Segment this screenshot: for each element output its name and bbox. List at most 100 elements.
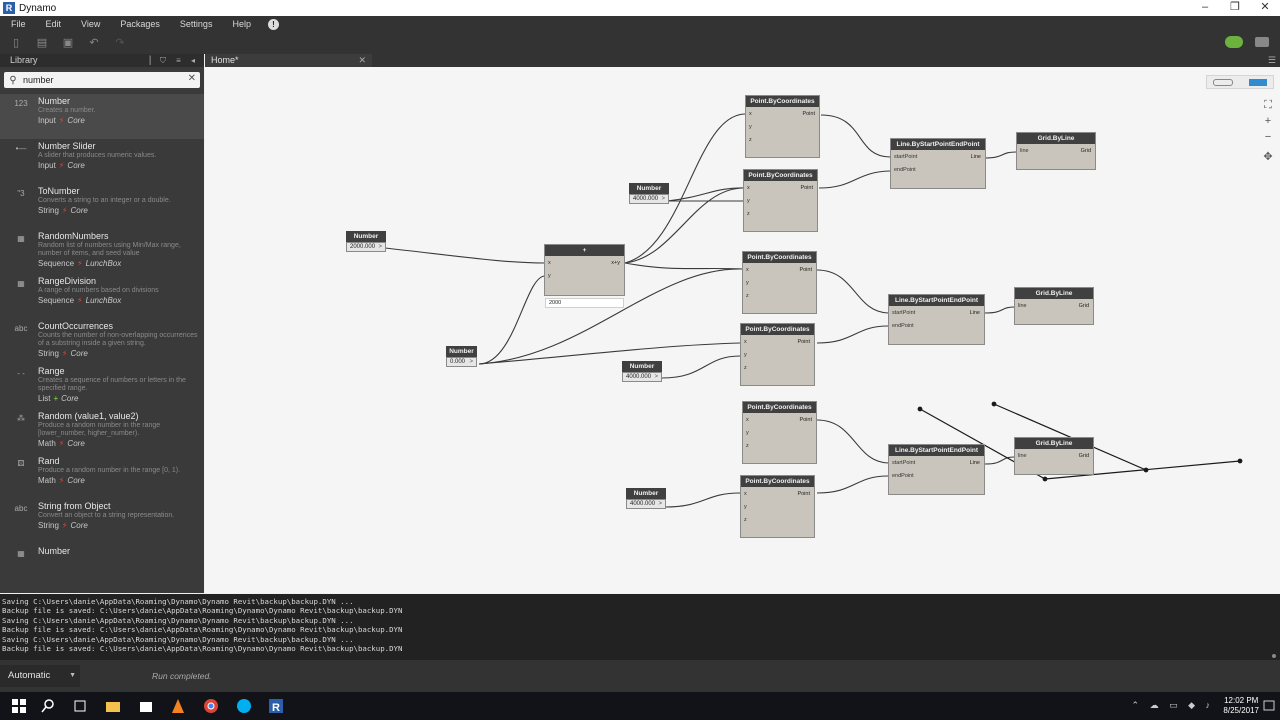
- camera-icon[interactable]: [1255, 37, 1269, 47]
- input-port[interactable]: y: [746, 280, 749, 286]
- save-icon[interactable]: ▣: [62, 37, 74, 49]
- point-by-coordinates-node[interactable]: Point.ByCoordinates x y z Point: [742, 401, 817, 464]
- input-port[interactable]: x: [747, 185, 750, 191]
- info-icon[interactable]: !: [267, 18, 279, 30]
- output-port[interactable]: Line: [970, 310, 980, 316]
- graph-view-icon[interactable]: [1249, 79, 1267, 86]
- number-node[interactable]: Number 4000.000 >: [622, 361, 662, 382]
- input-port[interactable]: y: [744, 352, 747, 358]
- grid-by-line-node[interactable]: Grid.ByLine line Grid: [1014, 287, 1094, 325]
- skype-icon[interactable]: [236, 698, 252, 714]
- tab-home[interactable]: Home* ✕: [205, 54, 372, 67]
- number-node-value[interactable]: 2000.000 >: [346, 242, 386, 252]
- menu-view[interactable]: View: [81, 19, 100, 29]
- zoom-fit-icon[interactable]: ⛶: [1262, 99, 1274, 111]
- graph-canvas[interactable]: Number 2000.000 > Number 4000.000 > Number…: [205, 67, 1280, 593]
- input-port[interactable]: endPoint: [894, 167, 916, 173]
- chrome-icon[interactable]: [203, 698, 219, 714]
- input-port[interactable]: z: [744, 517, 747, 523]
- taskbar-clock[interactable]: 12:02 PM 8/25/2017: [1223, 696, 1259, 716]
- library-item[interactable]: abc String from Object Convert an object t…: [0, 499, 204, 544]
- output-port[interactable]: Point: [797, 491, 810, 497]
- pan-icon[interactable]: ✥: [1262, 151, 1274, 163]
- input-port[interactable]: startPoint: [892, 460, 915, 466]
- input-port[interactable]: y: [746, 430, 749, 436]
- run-mode-select[interactable]: Automatic ▼: [0, 665, 80, 687]
- view-switch[interactable]: [1206, 75, 1274, 89]
- library-item[interactable]: ⁂ Random (value1, value2) Produce a random…: [0, 409, 204, 454]
- output-port[interactable]: Point: [799, 417, 812, 423]
- restore-button[interactable]: ❐: [1220, 0, 1250, 16]
- add-node[interactable]: + x y x+y: [544, 244, 625, 296]
- input-port[interactable]: z: [744, 365, 747, 371]
- output-port[interactable]: Point: [797, 339, 810, 345]
- line-by-start-end-node[interactable]: Line.ByStartPointEndPoint startPoint endPo…: [888, 294, 985, 345]
- grid-by-line-node[interactable]: Grid.ByLine line Grid: [1014, 437, 1094, 475]
- clear-search-icon[interactable]: ✕: [188, 73, 196, 84]
- point-by-coordinates-node[interactable]: Point.ByCoordinates x y z Point: [742, 251, 817, 314]
- library-item[interactable]: 123 Number Creates a number. Input ⚡ Core: [0, 94, 204, 139]
- library-item[interactable]: ▦ RandomNumbers Random list of numbers usi…: [0, 229, 204, 274]
- number-node-value[interactable]: 4000.000 >: [626, 499, 666, 509]
- point-by-coordinates-node[interactable]: Point.ByCoordinates x y z Point: [740, 323, 815, 386]
- number-node[interactable]: Number 2000.000 >: [346, 231, 386, 252]
- input-port[interactable]: z: [746, 443, 749, 449]
- output-port[interactable]: >: [378, 243, 382, 252]
- output-port[interactable]: >: [469, 358, 473, 367]
- input-port[interactable]: x: [746, 417, 749, 423]
- store-icon[interactable]: [138, 698, 154, 714]
- input-port[interactable]: z: [749, 137, 752, 143]
- close-tab-icon[interactable]: ✕: [358, 54, 366, 67]
- number-node[interactable]: Number 4000.000 >: [626, 488, 666, 509]
- cloud-upload-icon[interactable]: [1225, 36, 1243, 48]
- tab-menu-icon[interactable]: ☰: [1268, 54, 1276, 67]
- menu-settings[interactable]: Settings: [180, 19, 213, 29]
- input-port[interactable]: line: [1018, 303, 1027, 309]
- zoom-in-icon[interactable]: +: [1262, 115, 1274, 127]
- point-by-coordinates-node[interactable]: Point.ByCoordinates x y z Point: [745, 95, 820, 158]
- library-view-icons[interactable]: ▏⛉ ≡ ◂: [150, 54, 199, 67]
- system-tray-icons[interactable]: ⌃ ☁ ▭ ◆ ♪: [1132, 700, 1214, 711]
- menu-file[interactable]: File: [11, 19, 26, 29]
- console-resize-handle[interactable]: [1272, 654, 1276, 658]
- library-item[interactable]: - - Range Creates a sequence of numbers or…: [0, 364, 204, 409]
- output-port[interactable]: >: [661, 195, 665, 204]
- input-port[interactable]: endPoint: [892, 323, 914, 329]
- file-explorer-icon[interactable]: [105, 698, 121, 714]
- line-by-start-end-node[interactable]: Line.ByStartPointEndPoint startPoint endPo…: [888, 444, 985, 495]
- input-port[interactable]: startPoint: [892, 310, 915, 316]
- number-node[interactable]: Number 0.000 >: [446, 346, 477, 367]
- number-node-value[interactable]: 4000.000 >: [629, 194, 669, 204]
- search-input[interactable]: [23, 75, 183, 85]
- open-file-icon[interactable]: ▤: [36, 37, 48, 49]
- output-port[interactable]: Grid: [1079, 453, 1089, 459]
- input-port[interactable]: endPoint: [892, 473, 914, 479]
- input-port[interactable]: x: [744, 339, 747, 345]
- input-port[interactable]: x: [749, 111, 752, 117]
- new-file-icon[interactable]: ▯: [10, 37, 22, 49]
- output-port-sum[interactable]: x+y: [611, 260, 620, 266]
- menu-help[interactable]: Help: [232, 19, 251, 29]
- close-window-button[interactable]: ✕: [1250, 0, 1280, 16]
- library-item[interactable]: abc CountOccurrences Counts the number of …: [0, 319, 204, 364]
- redo-icon[interactable]: ↷: [114, 37, 126, 49]
- output-port[interactable]: Point: [800, 185, 813, 191]
- input-port[interactable]: y: [749, 124, 752, 130]
- input-port[interactable]: x: [744, 491, 747, 497]
- input-port[interactable]: line: [1018, 453, 1027, 459]
- input-port[interactable]: x: [746, 267, 749, 273]
- revit-icon[interactable]: R: [268, 698, 284, 714]
- vlc-icon[interactable]: [170, 698, 186, 714]
- output-port[interactable]: Line: [970, 460, 980, 466]
- search-taskbar-icon[interactable]: [40, 698, 56, 714]
- input-port[interactable]: y: [747, 198, 750, 204]
- input-port[interactable]: z: [747, 211, 750, 217]
- grid-by-line-node[interactable]: Grid.ByLine line Grid: [1016, 132, 1096, 170]
- point-by-coordinates-node[interactable]: Point.ByCoordinates x y z Point: [740, 475, 815, 538]
- number-node[interactable]: Number 4000.000 >: [629, 183, 669, 204]
- notifications-icon[interactable]: [1261, 698, 1277, 714]
- minimize-button[interactable]: –: [1190, 0, 1220, 16]
- zoom-out-icon[interactable]: −: [1262, 131, 1274, 143]
- output-port[interactable]: Grid: [1079, 303, 1089, 309]
- menu-packages[interactable]: Packages: [120, 19, 160, 29]
